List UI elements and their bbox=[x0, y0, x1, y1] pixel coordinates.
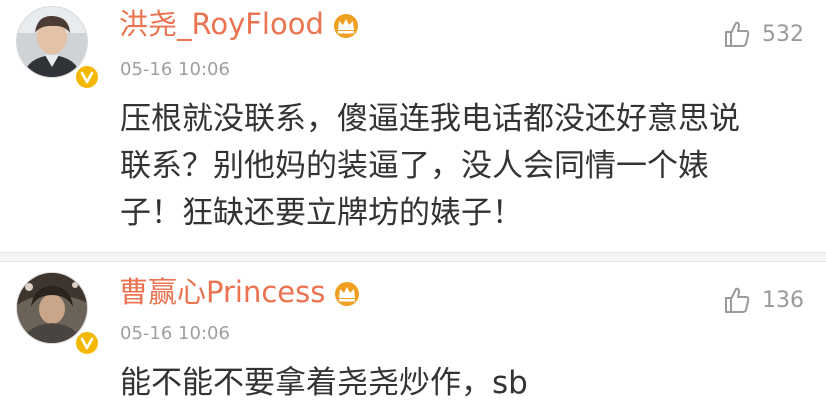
comment-item: 洪尧_RoyFlood 05-16 10:06 532 压根就没联系，傻逼连我电… bbox=[0, 0, 826, 252]
verified-v-badge-icon bbox=[74, 330, 100, 356]
comment-item: 曹赢心Princess 05-16 10:06 136 能不能不要拿着尧尧炒作，… bbox=[0, 262, 826, 408]
username-label[interactable]: 洪尧_RoyFlood bbox=[119, 7, 324, 41]
thumbs-up-icon bbox=[725, 21, 750, 47]
avatar-container[interactable] bbox=[16, 6, 100, 90]
member-crown-icon bbox=[333, 14, 358, 38]
verified-v-badge-icon bbox=[74, 64, 100, 90]
comment-text: 能不能不要拿着尧尧炒作，sb bbox=[120, 360, 800, 407]
thumbs-up-icon bbox=[725, 287, 750, 313]
comment-text: 压根就没联系，傻逼连我电话都没还好意思说 联系？别他妈的装逼了，没人会同情一个婊… bbox=[120, 96, 800, 237]
comment-text-line: 子！狂缺还要立牌坊的婊子！ bbox=[120, 195, 523, 231]
comment-text-line: 能不能不要拿着尧尧炒作，sb bbox=[120, 365, 528, 401]
comment-feed: 洪尧_RoyFlood 05-16 10:06 532 压根就没联系，傻逼连我电… bbox=[0, 0, 826, 408]
comment-divider bbox=[0, 252, 826, 262]
username[interactable]: 洪尧_RoyFlood bbox=[119, 6, 360, 42]
comment-text-line: 压根就没联系，傻逼连我电话都没还好意思说 bbox=[120, 101, 740, 137]
timestamp: 05-16 10:06 bbox=[120, 323, 230, 344]
like-button[interactable]: 136 bbox=[722, 282, 804, 318]
avatar-container[interactable] bbox=[16, 272, 100, 356]
like-count: 532 bbox=[762, 21, 804, 47]
like-count: 136 bbox=[762, 287, 804, 313]
like-button[interactable]: 532 bbox=[722, 16, 804, 52]
username-label[interactable]: 曹赢心Princess bbox=[119, 275, 325, 309]
comment-text-line: 联系？别他妈的装逼了，没人会同情一个婊 bbox=[120, 148, 709, 184]
member-crown-icon bbox=[335, 282, 360, 306]
username[interactable]: 曹赢心Princess bbox=[119, 274, 361, 310]
timestamp: 05-16 10:06 bbox=[120, 59, 230, 80]
